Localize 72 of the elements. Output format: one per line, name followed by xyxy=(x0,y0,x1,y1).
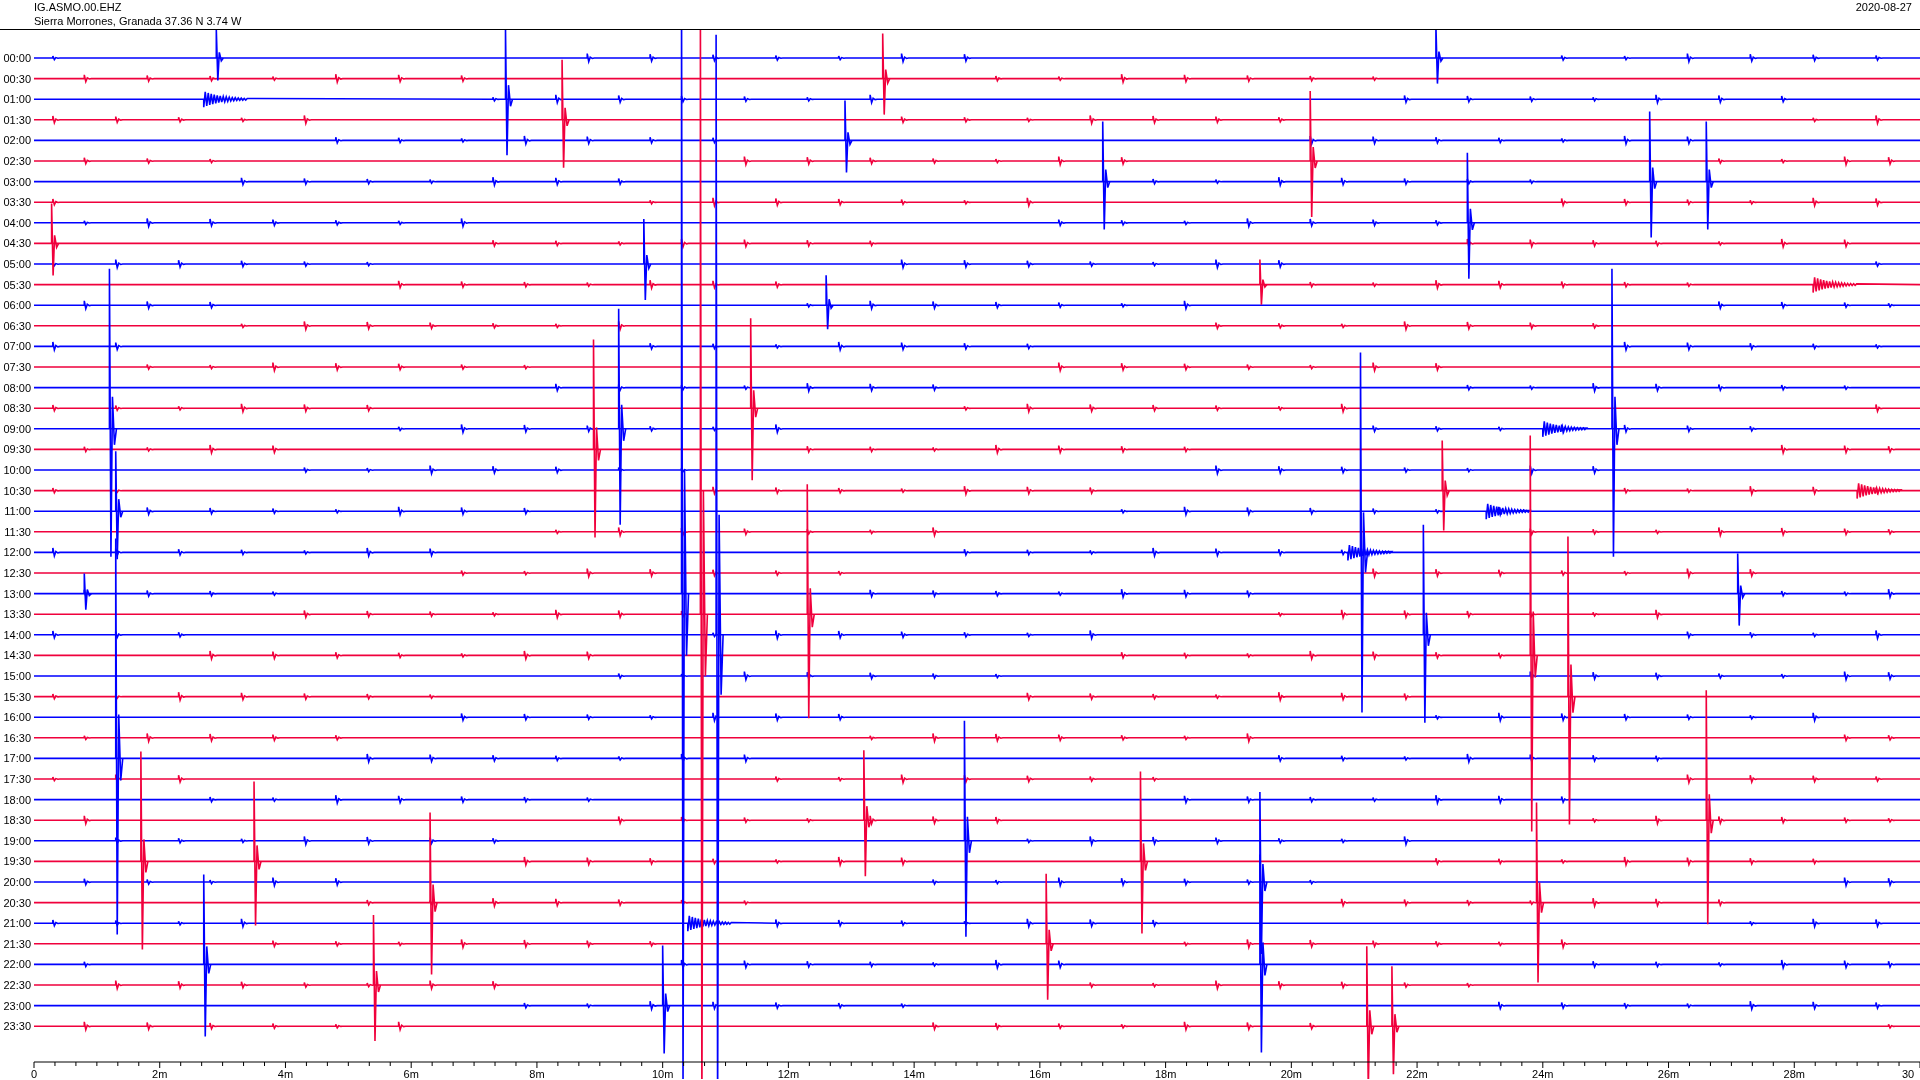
hour-label: 19:00 xyxy=(3,834,31,847)
hour-label: 08:30 xyxy=(3,402,31,415)
hour-label: 07:00 xyxy=(3,340,31,353)
tick-label: 6m xyxy=(403,1068,419,1079)
hour-label: 11:00 xyxy=(4,505,31,518)
tick-label: 20m xyxy=(1280,1068,1303,1079)
station-code: IG.ASMO.00.EHZ xyxy=(34,0,123,14)
tick-label: 16m xyxy=(1029,1068,1051,1079)
hour-label: 12:00 xyxy=(3,546,31,559)
hour-label: 18:30 xyxy=(3,814,31,827)
hour-label: 05:30 xyxy=(3,278,31,291)
hour-label: 22:00 xyxy=(3,958,31,971)
record-date: 2020-08-27 xyxy=(1855,0,1912,14)
hour-label: 21:00 xyxy=(3,917,31,930)
hour-label: 07:30 xyxy=(3,361,31,373)
tick-label: 30 xyxy=(1901,1068,1915,1079)
hour-label: 03:00 xyxy=(3,175,31,188)
hour-label: 06:00 xyxy=(3,299,31,312)
tick-label: 28m xyxy=(1783,1068,1805,1079)
hour-label: 01:00 xyxy=(3,93,31,106)
hour-label: 21:30 xyxy=(3,937,31,950)
hour-label: 15:00 xyxy=(3,670,31,682)
hour-label: 09:00 xyxy=(3,422,31,435)
hour-label: 14:00 xyxy=(3,628,31,641)
tick-label: 12m xyxy=(777,1068,800,1079)
hour-label: 03:30 xyxy=(3,196,31,209)
hour-label: 05:00 xyxy=(3,258,31,270)
tick-label: 0 xyxy=(30,1068,38,1079)
hour-label: 08:00 xyxy=(3,381,31,394)
tick-label: 4m xyxy=(277,1068,294,1079)
tick-label: 26m xyxy=(1657,1068,1680,1079)
hour-label: 04:00 xyxy=(3,216,31,229)
hour-label: 11:30 xyxy=(4,525,31,538)
hour-label: 10:30 xyxy=(3,484,31,497)
tick-label: 8m xyxy=(529,1068,545,1079)
seismic-spike xyxy=(1435,30,1444,85)
hour-label: 00:30 xyxy=(3,72,31,85)
tick-label: 22m xyxy=(1406,1068,1428,1079)
hour-label: 20:00 xyxy=(3,876,31,888)
hour-label: 06:30 xyxy=(3,319,31,332)
seismic-spike xyxy=(215,30,225,82)
hour-label: 22:30 xyxy=(3,979,31,991)
seismic-spike xyxy=(825,274,834,330)
hour-label: 12:30 xyxy=(3,567,31,579)
hour-label: 23:00 xyxy=(3,999,31,1012)
hour-label: 23:30 xyxy=(3,1020,31,1033)
hour-label: 10:00 xyxy=(3,464,31,476)
hour-label: 16:30 xyxy=(3,731,31,744)
tick-label: 2m xyxy=(152,1068,168,1079)
tick-label: 14m xyxy=(903,1068,925,1079)
tick-label: 10m xyxy=(651,1068,674,1079)
hour-label: 16:00 xyxy=(3,711,31,724)
hour-label: 13:00 xyxy=(3,587,31,600)
station-location: Sierra Morrones, Granada 37.36 N 3.74 W xyxy=(34,14,242,28)
hour-label: 04:30 xyxy=(3,237,31,250)
hour-label: 18:00 xyxy=(3,793,31,806)
hour-label: 02:30 xyxy=(3,155,31,167)
hour-label: 02:00 xyxy=(3,134,31,147)
hour-label: 17:00 xyxy=(3,752,31,765)
hour-label: 19:30 xyxy=(3,855,31,868)
tick-label: 24m xyxy=(1532,1068,1554,1079)
hour-label: 17:30 xyxy=(3,773,31,785)
hour-label: 13:30 xyxy=(3,608,31,621)
hour-label: 09:30 xyxy=(3,443,31,456)
seismic-spike xyxy=(1259,258,1268,306)
hour-label: 01:30 xyxy=(3,113,31,126)
hour-label: 15:30 xyxy=(3,690,31,703)
hour-label: 14:30 xyxy=(3,649,31,662)
hour-label: 00:00 xyxy=(3,52,31,64)
hour-label: 20:30 xyxy=(3,896,31,909)
seismic-spike xyxy=(83,572,93,611)
tick-label: 18m xyxy=(1154,1068,1177,1079)
